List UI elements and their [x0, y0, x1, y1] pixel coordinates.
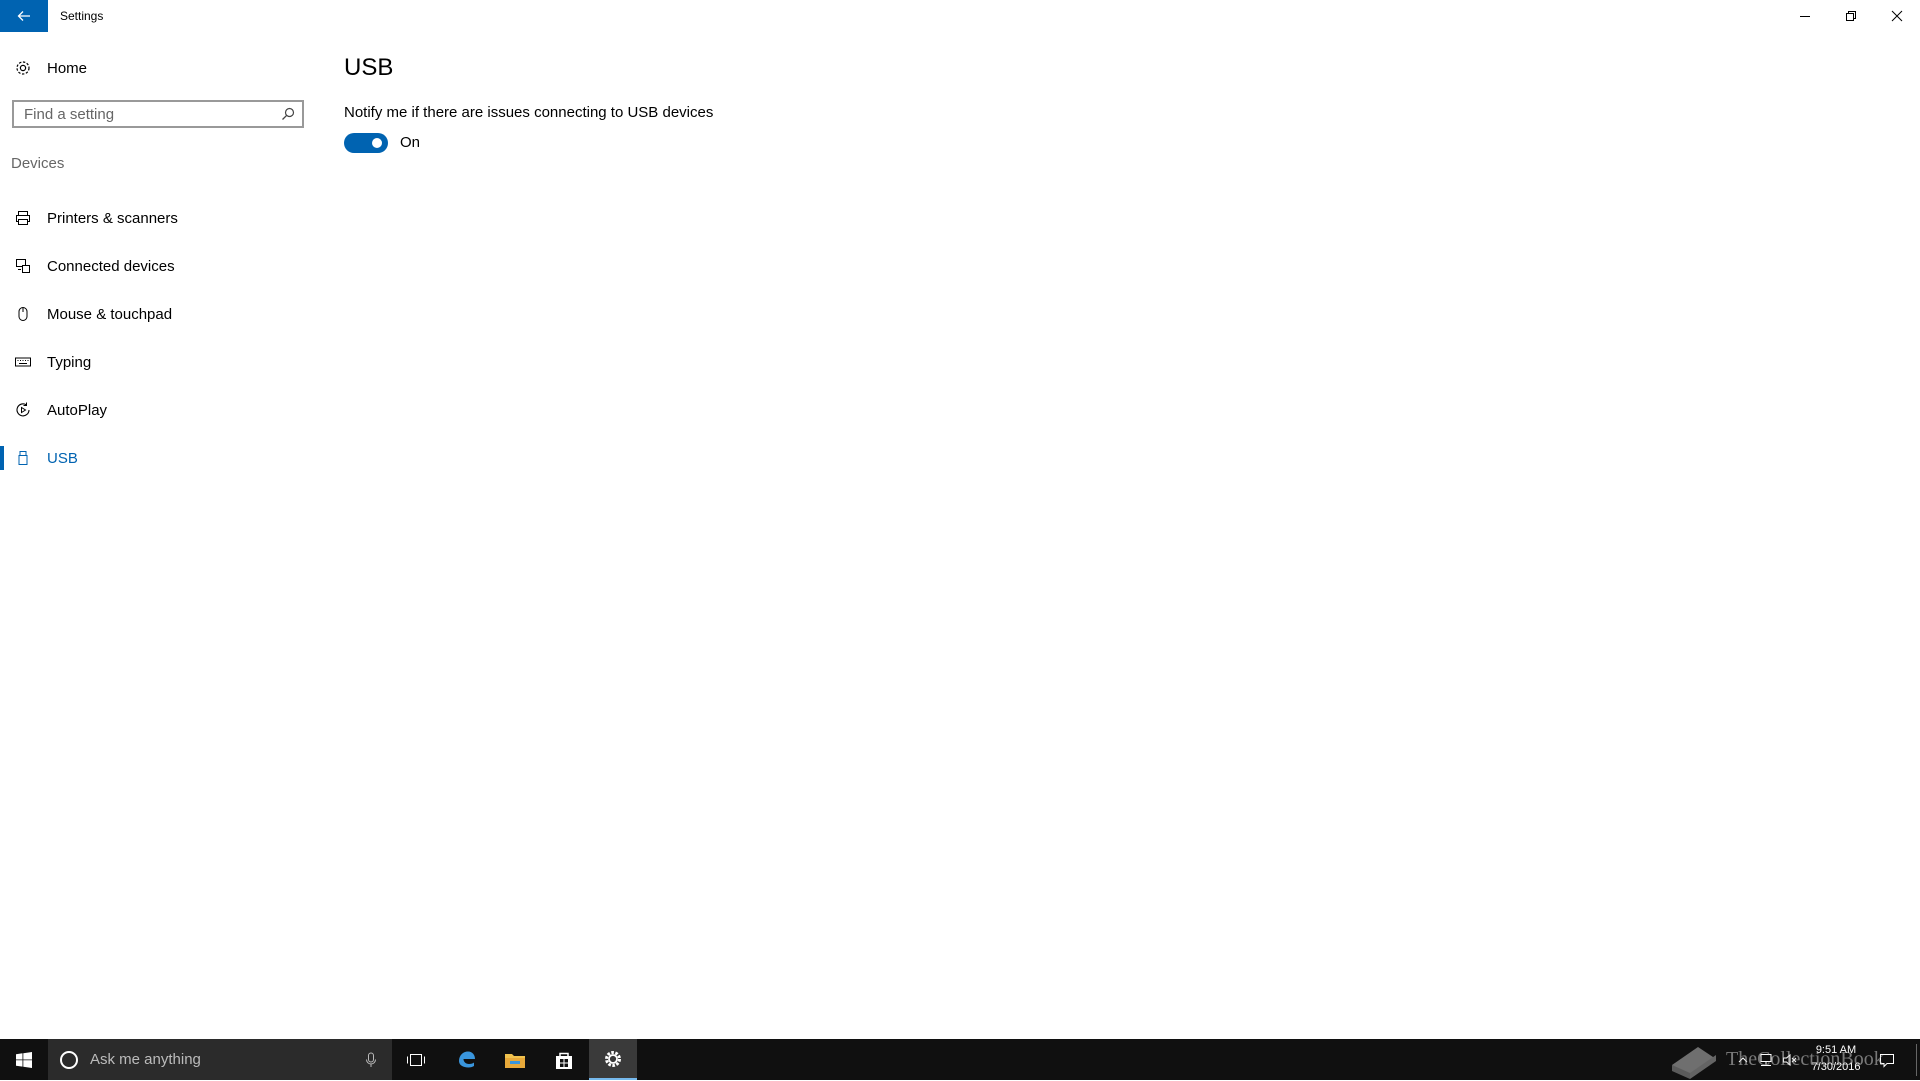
task-view-button[interactable]	[392, 1039, 440, 1080]
settings-icon	[605, 1050, 621, 1067]
settings-taskbar-button[interactable]	[589, 1039, 637, 1080]
autoplay-icon	[11, 398, 35, 422]
close-button[interactable]	[1874, 0, 1920, 32]
search-box[interactable]	[12, 100, 304, 128]
sidebar-item-label: Printers & scanners	[47, 209, 178, 227]
back-arrow-icon	[17, 11, 30, 21]
toggle-knob	[372, 138, 382, 148]
usb-notify-description: Notify me if there are issues connecting…	[344, 104, 714, 121]
sidebar-item-label: Typing	[47, 353, 92, 371]
selection-indicator	[0, 446, 4, 470]
store-button[interactable]	[540, 1039, 588, 1080]
sidebar-item-usb[interactable]: USB	[0, 434, 320, 482]
start-button[interactable]	[0, 1039, 48, 1080]
sidebar-item-printers-scanners[interactable]: Printers & scanners	[0, 194, 320, 242]
store-icon	[556, 1052, 572, 1069]
printer-icon	[11, 206, 35, 230]
taskbar: Ask me anything 9:51 AM 7/30/2016	[0, 1039, 1920, 1080]
sidebar-item-label: AutoPlay	[47, 401, 108, 419]
restore-icon	[1846, 11, 1856, 21]
sidebar-item-label: Mouse & touchpad	[47, 305, 173, 323]
minimize-button[interactable]	[1782, 0, 1828, 32]
mouse-icon	[11, 302, 35, 326]
sidebar-item-connected-devices[interactable]: Connected devices	[0, 242, 320, 290]
sidebar-item-label: USB	[47, 449, 78, 467]
usb-icon	[11, 446, 35, 470]
sidebar-item-mouse-touchpad[interactable]: Mouse & touchpad	[0, 290, 320, 338]
watermark: TheCollectionBook	[1668, 1037, 1884, 1081]
page-title: USB	[344, 54, 394, 81]
home-label: Home	[47, 59, 88, 77]
window-title: Settings	[60, 9, 104, 23]
minimize-icon	[1800, 16, 1810, 17]
show-desktop-divider	[1915, 1043, 1917, 1076]
edge-button[interactable]	[443, 1039, 491, 1080]
cortana-search-placeholder: Ask me anything	[90, 1051, 201, 1068]
windows-logo-icon	[16, 1051, 32, 1068]
home-nav-item[interactable]: Home	[0, 50, 320, 86]
usb-notify-toggle[interactable]	[344, 133, 388, 153]
devices-nav-list: Printers & scanners Connected devices Mo…	[0, 194, 320, 482]
back-button[interactable]	[0, 0, 48, 32]
restore-button[interactable]	[1828, 0, 1874, 32]
file-explorer-button[interactable]	[491, 1039, 539, 1080]
file-explorer-icon	[505, 1053, 525, 1068]
show-desktop-button[interactable]	[1914, 1039, 1918, 1080]
sidebar-item-typing[interactable]: Typing	[0, 338, 320, 386]
watermark-text: TheCollectionBook	[1726, 1047, 1884, 1070]
find-setting-input[interactable]	[14, 102, 274, 126]
section-label: Devices	[11, 155, 65, 172]
task-view-icon	[407, 1053, 425, 1066]
cortana-search-box[interactable]: Ask me anything	[48, 1039, 392, 1080]
sidebar: Home Devices Printers & scanners	[0, 32, 320, 1039]
edge-icon	[459, 1051, 475, 1067]
microphone-icon[interactable]	[364, 1052, 378, 1068]
cortana-icon	[60, 1050, 78, 1069]
search-icon[interactable]	[274, 102, 302, 126]
keyboard-icon	[11, 350, 35, 374]
close-icon	[1891, 10, 1903, 22]
toggle-state-label: On	[400, 134, 421, 151]
sidebar-item-label: Connected devices	[47, 257, 175, 275]
connected-devices-icon	[11, 254, 35, 278]
title-bar: Settings	[0, 0, 1920, 32]
book-logo-icon	[1672, 1047, 1716, 1079]
gear-icon	[11, 56, 35, 80]
sidebar-item-autoplay[interactable]: AutoPlay	[0, 386, 320, 434]
